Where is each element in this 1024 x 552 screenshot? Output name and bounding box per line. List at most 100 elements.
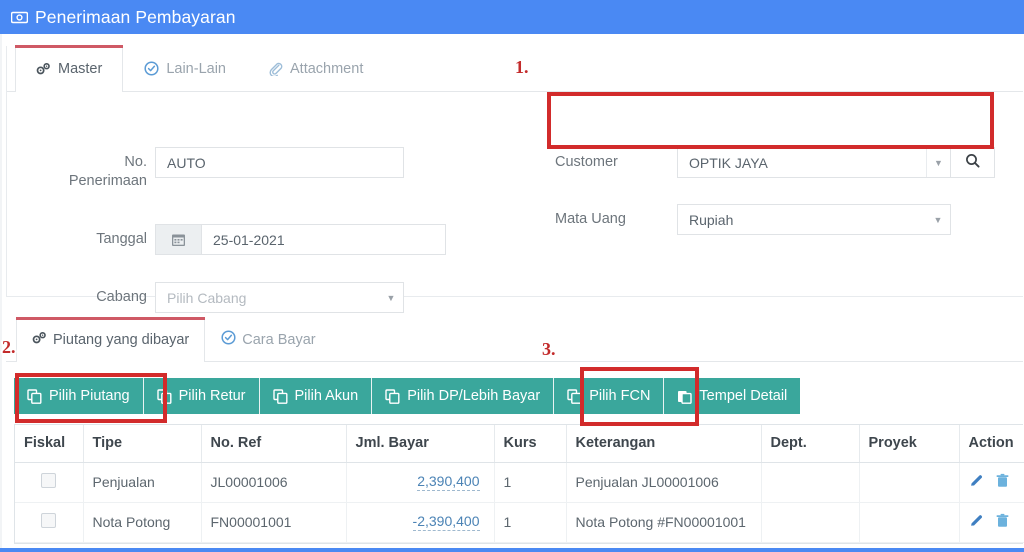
detail-tab-strip: Piutang yang dibayar Cara Bayar — [6, 317, 1023, 362]
chevron-down-icon[interactable]: ▼ — [926, 205, 950, 234]
cabang-placeholder: Pilih Cabang — [167, 289, 247, 306]
paste-icon — [677, 389, 693, 404]
tab-cara-bayar[interactable]: Cara Bayar — [205, 317, 331, 361]
mata-uang-select[interactable]: Rupiah ▼ — [677, 204, 951, 235]
annotation-marker-1: 1. — [515, 57, 529, 77]
mata-uang-label: Mata Uang — [555, 211, 626, 227]
application-window: Penerimaan Pembayaran Master Lain-Lain A… — [0, 0, 1024, 552]
calendar-icon[interactable] — [155, 224, 201, 255]
cell-dept — [761, 462, 860, 503]
window-title-bar: Penerimaan Pembayaran — [0, 0, 1024, 34]
pilih-retur-button[interactable]: Pilih Retur — [143, 378, 260, 414]
pilih-fcn-button[interactable]: Pilih FCN — [554, 378, 665, 414]
detail-table: Fiskal Tipe No. Ref Jml. Bayar Kurs Kete… — [15, 425, 1024, 543]
check-circle-icon — [144, 61, 159, 76]
pilih-dp-lebih-bayar-label: Pilih DP/Lebih Bayar — [407, 388, 541, 404]
tempel-detail-button[interactable]: Tempel Detail — [664, 378, 801, 414]
pilih-dp-lebih-bayar-button[interactable]: Pilih DP/Lebih Bayar — [372, 378, 555, 414]
annotation-marker-3: 3. — [542, 339, 556, 359]
field-customer: Customer OPTIK JAYA ▼ — [555, 147, 995, 178]
cell-no-ref: FN00001001 — [201, 502, 347, 543]
col-jml-bayar: Jml. Bayar — [346, 425, 495, 463]
cell-no-ref: JL00001006 — [201, 462, 347, 503]
table-row: Nota Potong FN00001001 -2,390,400 1 Nota… — [15, 502, 1024, 543]
cell-fiskal — [15, 462, 84, 503]
bottom-accent-bar — [0, 548, 1024, 552]
mata-uang-value: Rupiah — [689, 211, 734, 228]
cell-kurs: 1 — [494, 462, 567, 503]
jml-bayar-value: -2,390,400 — [412, 513, 480, 531]
tanggal-label: Tanggal — [96, 231, 147, 247]
copy-icon — [385, 388, 400, 404]
cabang-label: Cabang — [96, 289, 147, 305]
cell-keterangan: Nota Potong #FN00001001 — [566, 502, 762, 543]
tab-master[interactable]: Master — [14, 45, 124, 92]
cell-action — [959, 502, 1024, 543]
col-no-ref: No. Ref — [201, 425, 347, 463]
window-title: Penerimaan Pembayaran — [35, 6, 236, 27]
chevron-down-icon[interactable]: ▼ — [926, 148, 950, 177]
tab-piutang-label: Piutang yang dibayar — [53, 332, 190, 348]
pilih-akun-button[interactable]: Pilih Akun — [259, 378, 373, 414]
no-penerimaan-input[interactable]: AUTO — [155, 147, 404, 178]
tab-lain-lain[interactable]: Lain-Lain — [123, 45, 247, 91]
table-header-row: Fiskal Tipe No. Ref Jml. Bayar Kurs Kete… — [15, 425, 1024, 463]
detail-table-container: Fiskal Tipe No. Ref Jml. Bayar Kurs Kete… — [14, 424, 1024, 544]
tanggal-input[interactable]: 25-01-2021 — [201, 224, 446, 255]
col-keterangan: Keterangan — [566, 425, 762, 463]
no-penerimaan-label-line2: Penerimaan — [68, 173, 147, 189]
customer-value: OPTIK JAYA — [689, 154, 768, 171]
copy-icon — [27, 388, 42, 404]
left-edge-rule — [0, 34, 2, 552]
col-kurs: Kurs — [494, 425, 567, 463]
cell-action — [959, 462, 1024, 503]
fiskal-checkbox[interactable] — [41, 473, 57, 488]
jml-bayar-value: 2,390,400 — [417, 473, 480, 491]
pilih-akun-label: Pilih Akun — [294, 388, 359, 404]
search-icon — [965, 153, 980, 173]
customer-label: Customer — [555, 154, 618, 170]
master-form: No. Penerimaan AUTO Tanggal 25-01-2021 C… — [7, 92, 1023, 313]
cabang-select[interactable]: Pilih Cabang ▼ — [155, 282, 404, 313]
trash-icon[interactable] — [995, 473, 1010, 491]
pilih-fcn-label: Pilih FCN — [589, 388, 651, 404]
pilih-piutang-button[interactable]: Pilih Piutang — [14, 378, 144, 414]
tab-piutang-yang-dibayar[interactable]: Piutang yang dibayar — [15, 317, 206, 362]
fiskal-checkbox[interactable] — [41, 513, 57, 528]
annotation-marker-2: 2. — [2, 337, 16, 357]
trash-icon[interactable] — [995, 513, 1010, 531]
customer-search-button[interactable] — [951, 147, 995, 178]
tanggal-date-group: 25-01-2021 — [155, 224, 446, 255]
copy-icon — [156, 388, 172, 404]
tab-attachment[interactable]: Attachment — [247, 45, 384, 91]
field-mata-uang: Mata Uang Rupiah ▼ — [555, 204, 951, 235]
cell-fiskal — [15, 502, 84, 543]
table-row: Penjualan JL00001006 2,390,400 1 Penjual… — [15, 462, 1024, 503]
col-fiskal: Fiskal — [15, 425, 84, 463]
pilih-retur-label: Pilih Retur — [178, 388, 246, 404]
chevron-down-icon[interactable]: ▼ — [379, 283, 403, 312]
cell-keterangan: Penjualan JL00001006 — [566, 462, 762, 503]
detail-toolbar: Pilih Piutang Pilih Retur Pilih Akun Pil… — [14, 378, 801, 414]
gears-icon — [36, 62, 51, 76]
field-tanggal: Tanggal 25-01-2021 — [7, 224, 446, 255]
col-proyek: Proyek — [859, 425, 960, 463]
pencil-icon[interactable] — [969, 473, 984, 491]
master-panel: Master Lain-Lain Attachment No. Penerima… — [6, 45, 1023, 313]
cell-kurs: 1 — [494, 502, 567, 543]
tab-master-label: Master — [58, 61, 103, 77]
check-circle-icon — [221, 330, 236, 349]
customer-select[interactable]: OPTIK JAYA ▼ — [677, 147, 951, 178]
field-no-penerimaan: No. Penerimaan AUTO — [7, 147, 404, 191]
tab-attachment-label: Attachment — [290, 60, 364, 77]
customer-input-group: OPTIK JAYA ▼ — [677, 147, 995, 178]
pencil-icon[interactable] — [969, 513, 984, 531]
cell-jml-bayar[interactable]: 2,390,400 — [346, 462, 495, 503]
cell-jml-bayar[interactable]: -2,390,400 — [346, 502, 495, 543]
field-cabang: Cabang Pilih Cabang ▼ — [7, 282, 404, 313]
banknote-icon — [11, 10, 28, 24]
col-action: Action — [959, 425, 1024, 463]
copy-icon — [567, 388, 582, 404]
gears-icon — [32, 331, 47, 349]
col-tipe: Tipe — [83, 425, 202, 463]
